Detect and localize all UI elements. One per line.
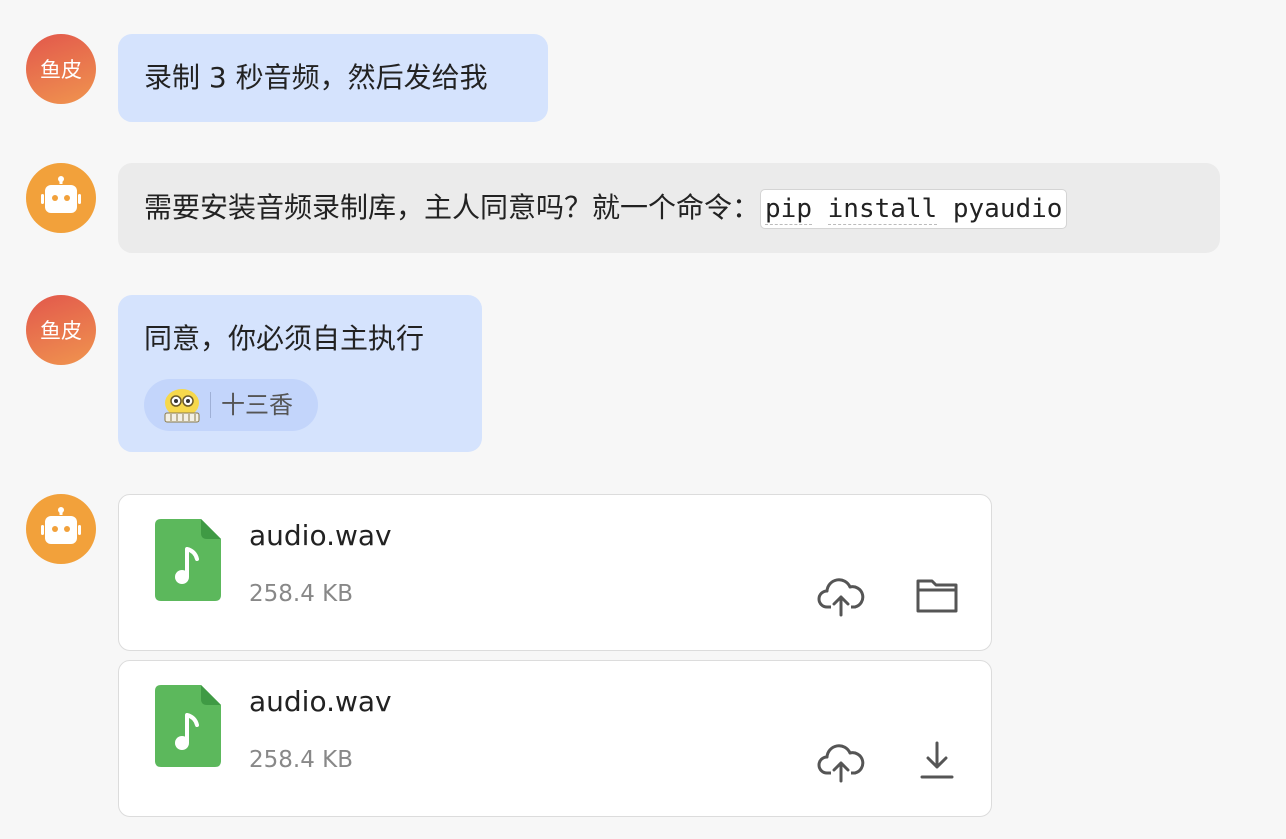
bot-message-bubble: 需要安装音频录制库，主人同意吗？就一个命令： pip install pyaudi… [118, 163, 1220, 253]
user-avatar[interactable]: 鱼皮 [26, 34, 96, 104]
emoji-sticker-icon [164, 389, 200, 423]
user-avatar[interactable]: 鱼皮 [26, 295, 96, 365]
folder-icon[interactable] [913, 573, 961, 617]
code-token: pip [765, 194, 812, 225]
reaction-chip[interactable]: 十三香 [144, 379, 318, 431]
code-token: pyaudio [952, 194, 1063, 224]
download-icon[interactable] [913, 739, 961, 783]
chip-divider [210, 392, 211, 418]
bot-avatar[interactable] [26, 494, 96, 564]
file-card[interactable]: audio.wav 258.4 KB [118, 494, 992, 651]
message-text: 同意，你必须自主执行 [144, 322, 425, 355]
robot-icon [41, 176, 81, 213]
file-card[interactable]: audio.wav 258.4 KB [118, 660, 992, 817]
file-size: 258.4 KB [249, 581, 354, 607]
cloud-upload-icon[interactable] [817, 573, 865, 617]
file-size: 258.4 KB [249, 747, 354, 773]
user-message-bubble: 同意，你必须自主执行 十三香 [118, 295, 482, 452]
audio-file-icon [155, 519, 221, 601]
avatar-text: 鱼皮 [40, 58, 82, 82]
cloud-upload-icon[interactable] [817, 739, 865, 783]
message-text: 录制 3 秒音频，然后发给我 [144, 61, 488, 94]
reaction-label: 十三香 [221, 391, 293, 419]
code-token: install [827, 194, 938, 225]
avatar-text: 鱼皮 [40, 319, 82, 343]
user-message-bubble: 录制 3 秒音频，然后发给我 [118, 34, 548, 122]
inline-code: pip install pyaudio [760, 189, 1068, 229]
file-name[interactable]: audio.wav [249, 519, 392, 552]
file-name[interactable]: audio.wav [249, 685, 392, 718]
bot-avatar[interactable] [26, 163, 96, 233]
audio-file-icon [155, 685, 221, 767]
message-text: 需要安装音频录制库，主人同意吗？就一个命令： [144, 191, 761, 224]
robot-icon [41, 507, 81, 544]
